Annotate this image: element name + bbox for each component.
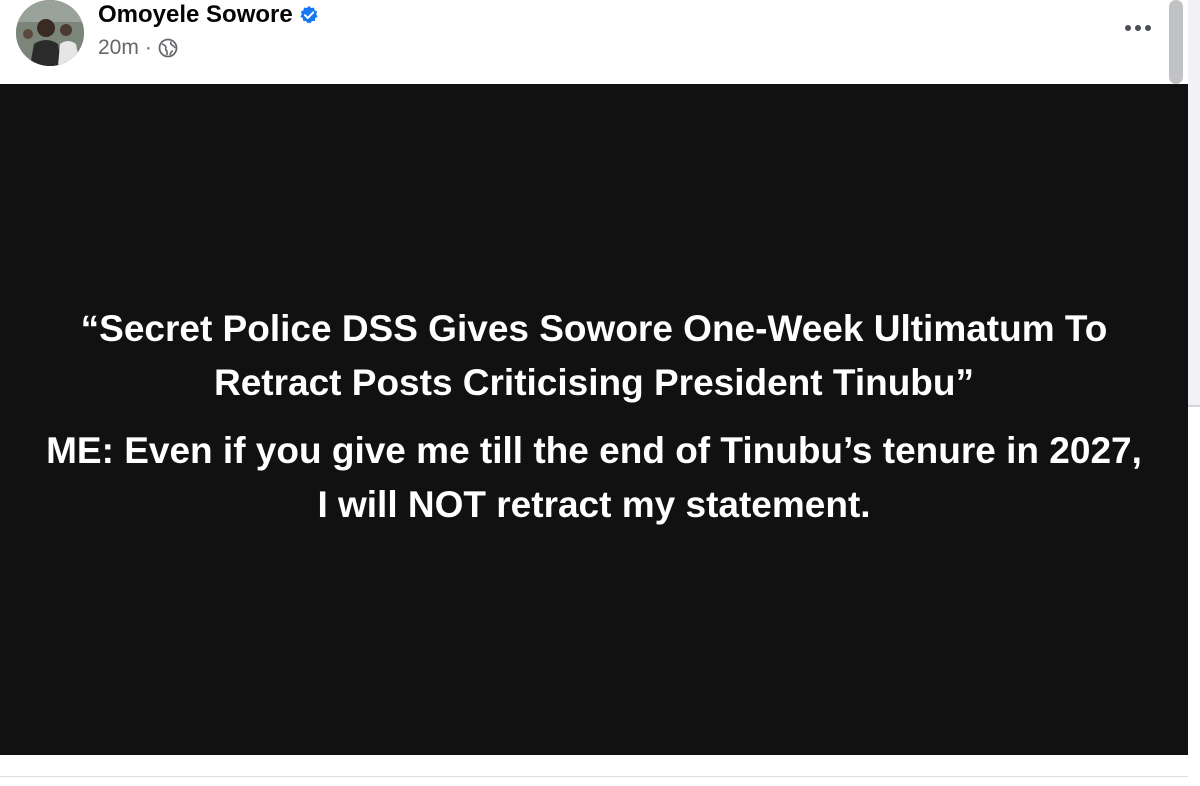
post-timestamp[interactable]: 20m (98, 36, 139, 60)
post-header: Omoyele Sowore 20m · (0, 0, 1188, 84)
avatar-photo (16, 0, 84, 66)
facebook-post: Omoyele Sowore 20m · “Secret Police DSS … (0, 0, 1188, 786)
post-divider (0, 776, 1188, 777)
verified-badge-icon (299, 5, 319, 25)
side-panel-background (1188, 0, 1200, 405)
post-text-headline: “Secret Police DSS Gives Sowore One-Week… (80, 308, 1108, 403)
meta-separator: · (144, 36, 152, 59)
scrollbar-track[interactable] (1167, 0, 1185, 786)
post-text: “Secret Police DSS Gives Sowore One-Week… (40, 302, 1148, 532)
page: Omoyele Sowore 20m · “Secret Police DSS … (0, 0, 1200, 786)
author-name[interactable]: Omoyele Sowore (98, 0, 293, 30)
right-side-panel-edge (1188, 0, 1200, 786)
post-text-response: ME: Even if you give me till the end of … (46, 430, 1142, 525)
text-post-background[interactable]: “Secret Police DSS Gives Sowore One-Week… (0, 84, 1188, 755)
side-panel-divider (1188, 405, 1200, 407)
more-options-button[interactable] (1112, 10, 1164, 46)
scrollbar-thumb[interactable] (1169, 0, 1183, 84)
globe-icon[interactable] (158, 38, 178, 58)
more-options-icon (1125, 25, 1151, 31)
author-row: Omoyele Sowore (98, 0, 319, 30)
post-meta: 20m · (98, 34, 178, 62)
author-avatar[interactable] (16, 0, 84, 66)
